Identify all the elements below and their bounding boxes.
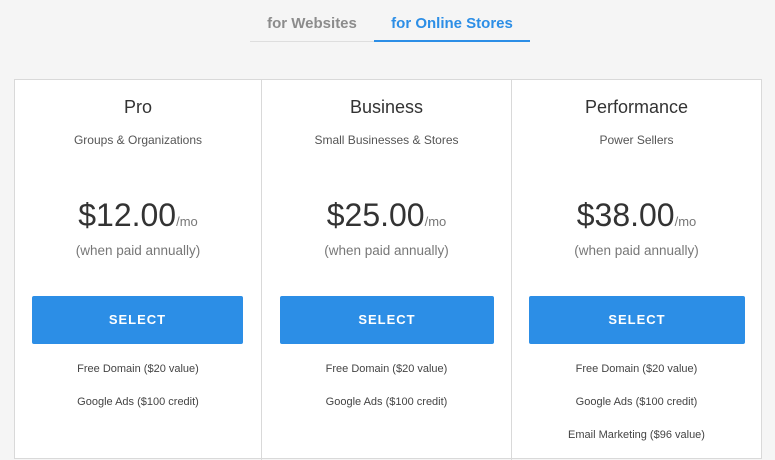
plan-name: Pro	[123, 97, 152, 117]
feature-item: Email Marketing ($96 value)	[568, 429, 705, 441]
plan-price: $12.00	[78, 197, 177, 233]
plan-type-tabs: for Websites for Online Stores	[0, 0, 775, 44]
plan-card-business: Business Small Businesses & Stores $25.0…	[261, 80, 511, 460]
feature-item: Google Ads ($100 credit)	[325, 396, 448, 408]
select-pro-button[interactable]: SELECT	[32, 296, 243, 344]
billing-note: (when paid annually)	[75, 243, 201, 258]
price-period: /mo	[424, 214, 447, 229]
feature-item: Google Ads ($100 credit)	[77, 396, 199, 408]
billing-note: (when paid annually)	[324, 243, 449, 258]
price-period: /mo	[674, 214, 697, 229]
plan-card-pro: Pro Groups & Organizations $12.00/mo (wh…	[15, 80, 261, 460]
select-performance-button[interactable]: SELECT	[529, 296, 745, 344]
plan-price: $38.00	[576, 197, 675, 233]
plan-price: $25.00	[326, 197, 425, 233]
plan-description: Small Businesses & Stores	[314, 133, 459, 147]
price-row: $25.00/mo	[262, 197, 511, 234]
plan-name: Business	[349, 97, 424, 117]
price-period: /mo	[176, 214, 198, 229]
tab-for-online-stores[interactable]: for Online Stores	[374, 0, 530, 42]
price-row: $38.00/mo	[512, 197, 761, 234]
feature-item: Free Domain ($20 value)	[77, 363, 199, 375]
plan-name: Performance	[584, 97, 689, 117]
select-business-button[interactable]: SELECT	[280, 296, 494, 344]
pricing-table: Pro Groups & Organizations $12.00/mo (wh…	[14, 79, 762, 460]
plan-description: Power Sellers	[599, 133, 674, 147]
feature-item: Google Ads ($100 credit)	[575, 396, 698, 408]
feature-item: Free Domain ($20 value)	[575, 363, 698, 375]
billing-note: (when paid annually)	[574, 243, 699, 258]
plan-description: Groups & Organizations	[73, 133, 203, 147]
plan-card-performance: Performance Power Sellers $38.00/mo (whe…	[511, 80, 761, 460]
feature-item: Free Domain ($20 value)	[325, 363, 448, 375]
tab-for-websites[interactable]: for Websites	[250, 0, 374, 42]
price-row: $12.00/mo	[15, 197, 261, 234]
